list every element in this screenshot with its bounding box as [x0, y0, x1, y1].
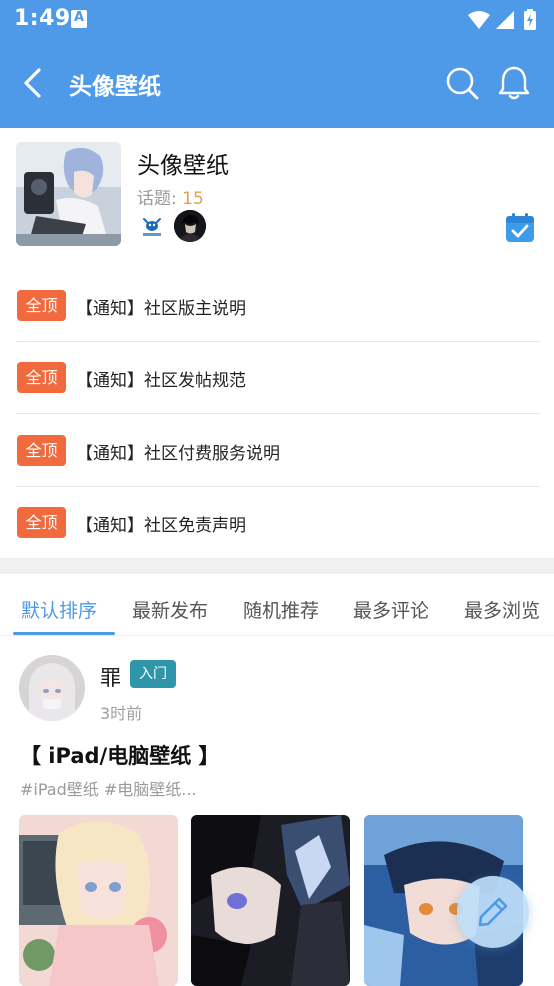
notice-title: 【通知】社区版主说明	[76, 299, 246, 319]
search-icon[interactable]	[444, 64, 480, 102]
status-icons	[468, 9, 536, 30]
notice-item[interactable]: 全顶 【通知】社区付费服务说明	[16, 415, 540, 487]
tab-latest[interactable]: 最新发布	[132, 596, 208, 623]
battery-icon	[524, 9, 536, 30]
author-name[interactable]: 罪	[100, 662, 121, 692]
status-bar: 1:49 A	[0, 0, 554, 40]
level-badge: 入门	[130, 660, 176, 688]
sort-tabs: 默认排序 最新发布 随机推荐 最多评论 最多浏览	[0, 574, 554, 636]
edit-pencil-icon	[478, 897, 508, 927]
forum-name: 头像壁纸	[137, 153, 229, 179]
notice-item[interactable]: 全顶 【通知】社区版主说明	[16, 270, 540, 342]
post-image-thumbnail[interactable]	[19, 815, 178, 986]
forum-topic-count: 话题: 15	[137, 189, 204, 209]
back-icon[interactable]	[18, 66, 50, 100]
tab-most-comments[interactable]: 最多评论	[353, 596, 429, 623]
pin-badge: 全顶	[17, 435, 66, 466]
author-avatar[interactable]	[19, 655, 85, 721]
notice-item[interactable]: 全顶 【通知】社区发帖规范	[16, 342, 540, 414]
post-title[interactable]: 【 iPad/电脑壁纸 】	[20, 740, 220, 770]
section-divider	[0, 558, 554, 574]
post-image-thumbnail[interactable]	[191, 815, 350, 986]
calendar-check-icon[interactable]	[504, 212, 536, 244]
post-tags[interactable]: #iPad壁纸 #电脑壁纸...	[20, 776, 197, 800]
notice-item[interactable]: 全顶 【通知】社区免责声明	[16, 487, 540, 559]
signal-icon	[496, 11, 514, 29]
bell-icon[interactable]	[496, 64, 532, 102]
post-time: 3时前	[100, 704, 143, 723]
active-tab-indicator	[13, 632, 115, 635]
notification-a-icon: A	[71, 10, 87, 28]
compose-post-button[interactable]	[457, 876, 529, 948]
pin-badge: 全顶	[17, 362, 66, 393]
wifi-icon	[468, 11, 490, 29]
notice-title: 【通知】社区免责声明	[76, 516, 246, 536]
tab-random[interactable]: 随机推荐	[243, 596, 319, 623]
forum-cover-image[interactable]	[16, 142, 121, 246]
page-title: 头像壁纸	[69, 74, 161, 100]
moderator-logo-icon[interactable]	[139, 214, 165, 240]
pin-badge: 全顶	[17, 507, 66, 538]
status-time: 1:49	[14, 6, 71, 31]
app-bar: 头像壁纸	[0, 40, 554, 128]
notice-title: 【通知】社区付费服务说明	[76, 444, 280, 464]
pin-badge: 全顶	[17, 290, 66, 321]
forum-header: 头像壁纸 话题: 15	[0, 128, 554, 270]
tab-default-sort[interactable]: 默认排序	[21, 596, 97, 623]
moderator-avatar[interactable]	[174, 210, 206, 242]
tab-most-views[interactable]: 最多浏览	[464, 596, 540, 623]
notice-title: 【通知】社区发帖规范	[76, 371, 246, 391]
